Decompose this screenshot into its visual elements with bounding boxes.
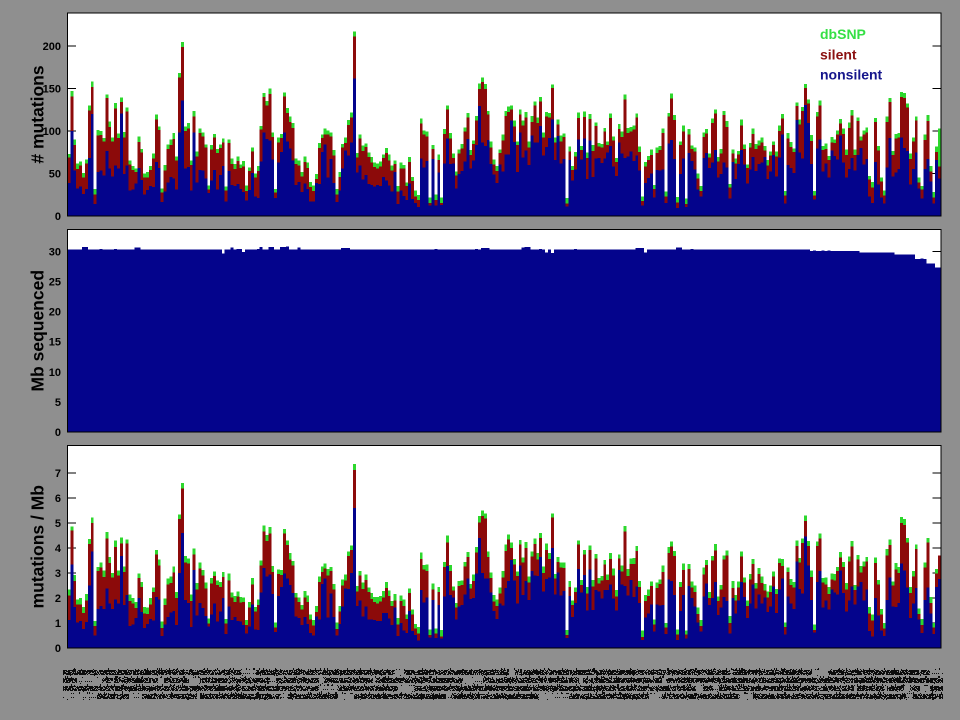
svg-text:nonsilent: nonsilent bbox=[820, 67, 883, 83]
svg-text:15: 15 bbox=[49, 337, 61, 349]
svg-text:4: 4 bbox=[55, 543, 62, 555]
svg-text:200: 200 bbox=[43, 41, 61, 53]
svg-text:2: 2 bbox=[55, 593, 61, 605]
svg-text:7: 7 bbox=[55, 468, 61, 480]
svg-text:mutations / Mb: mutations / Mb bbox=[28, 485, 48, 608]
svg-text:0: 0 bbox=[55, 211, 61, 223]
svg-text:5: 5 bbox=[55, 397, 61, 409]
svg-text:5: 5 bbox=[55, 518, 61, 530]
svg-text:6: 6 bbox=[55, 493, 61, 505]
svg-text:0: 0 bbox=[55, 427, 61, 439]
svg-text:30: 30 bbox=[49, 246, 61, 258]
svg-text:25: 25 bbox=[49, 276, 61, 288]
svg-text:3: 3 bbox=[55, 568, 61, 580]
svg-text:dbSNP: dbSNP bbox=[820, 26, 866, 42]
svg-text:0: 0 bbox=[55, 643, 61, 655]
svg-text:50: 50 bbox=[49, 169, 61, 181]
svg-text:Mb sequenced: Mb sequenced bbox=[28, 270, 48, 392]
svg-text:10: 10 bbox=[49, 367, 61, 379]
svg-text:silent: silent bbox=[820, 47, 857, 63]
svg-text:1: 1 bbox=[55, 618, 61, 630]
svg-text:20: 20 bbox=[49, 307, 61, 319]
svg-text:# mutations: # mutations bbox=[28, 65, 48, 163]
